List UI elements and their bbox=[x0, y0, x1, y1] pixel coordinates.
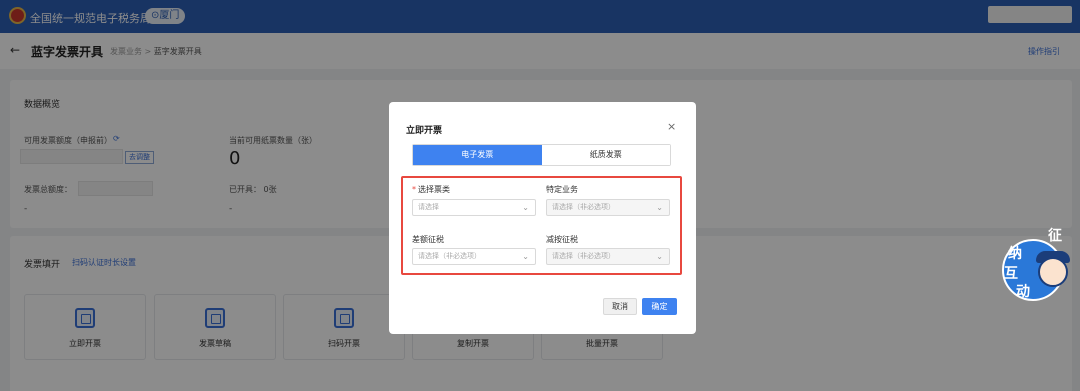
chevron-down-icon: ⌄ bbox=[522, 252, 529, 261]
invoice-medium-tabs: 电子发票 纸质发票 bbox=[412, 144, 671, 166]
tab-electronic-invoice[interactable]: 电子发票 bbox=[413, 145, 542, 165]
issue-invoice-dialog: 立即开票 × 电子发票 纸质发票 * 选择票类 请选择 ⌄ 特定业务 请选择（非必… bbox=[389, 102, 696, 334]
mascot-char: 征 bbox=[1048, 228, 1062, 244]
close-icon[interactable]: × bbox=[667, 120, 676, 133]
chevron-down-icon: ⌄ bbox=[522, 203, 529, 212]
special-business-placeholder: 请选择（非必选项） bbox=[552, 203, 615, 211]
dialog-title: 立即开票 bbox=[406, 126, 443, 136]
confirm-button[interactable]: 确定 bbox=[642, 298, 677, 315]
differential-tax-label: 差额征税 bbox=[412, 235, 444, 244]
mascot-face-icon bbox=[1038, 257, 1068, 287]
interaction-mascot-widget[interactable]: 征 纳 互 动 bbox=[1000, 225, 1080, 305]
invoice-type-placeholder: 请选择 bbox=[418, 203, 439, 211]
tab-paper-invoice[interactable]: 纸质发票 bbox=[541, 145, 670, 165]
chevron-down-icon: ⌄ bbox=[656, 203, 663, 212]
differential-tax-placeholder: 请选择（非必选项） bbox=[418, 252, 481, 260]
invoice-type-select[interactable]: 请选择 ⌄ bbox=[412, 199, 536, 216]
required-mark: * bbox=[412, 185, 416, 194]
cancel-button[interactable]: 取消 bbox=[603, 298, 637, 315]
special-business-select[interactable]: 请选择（非必选项） ⌄ bbox=[546, 199, 670, 216]
chevron-down-icon: ⌄ bbox=[656, 252, 663, 261]
reduced-tax-placeholder: 请选择（非必选项） bbox=[552, 252, 615, 260]
invoice-type-label-text: 选择票类 bbox=[418, 185, 450, 194]
mascot-char: 互 bbox=[1004, 266, 1018, 282]
reduced-tax-label: 减按征税 bbox=[546, 235, 578, 244]
differential-tax-select[interactable]: 请选择（非必选项） ⌄ bbox=[412, 248, 536, 265]
special-business-label: 特定业务 bbox=[546, 185, 578, 194]
invoice-type-label: * 选择票类 bbox=[412, 184, 450, 195]
mascot-char: 纳 bbox=[1008, 246, 1022, 262]
reduced-tax-select[interactable]: 请选择（非必选项） ⌄ bbox=[546, 248, 670, 265]
mascot-char: 动 bbox=[1016, 284, 1030, 300]
